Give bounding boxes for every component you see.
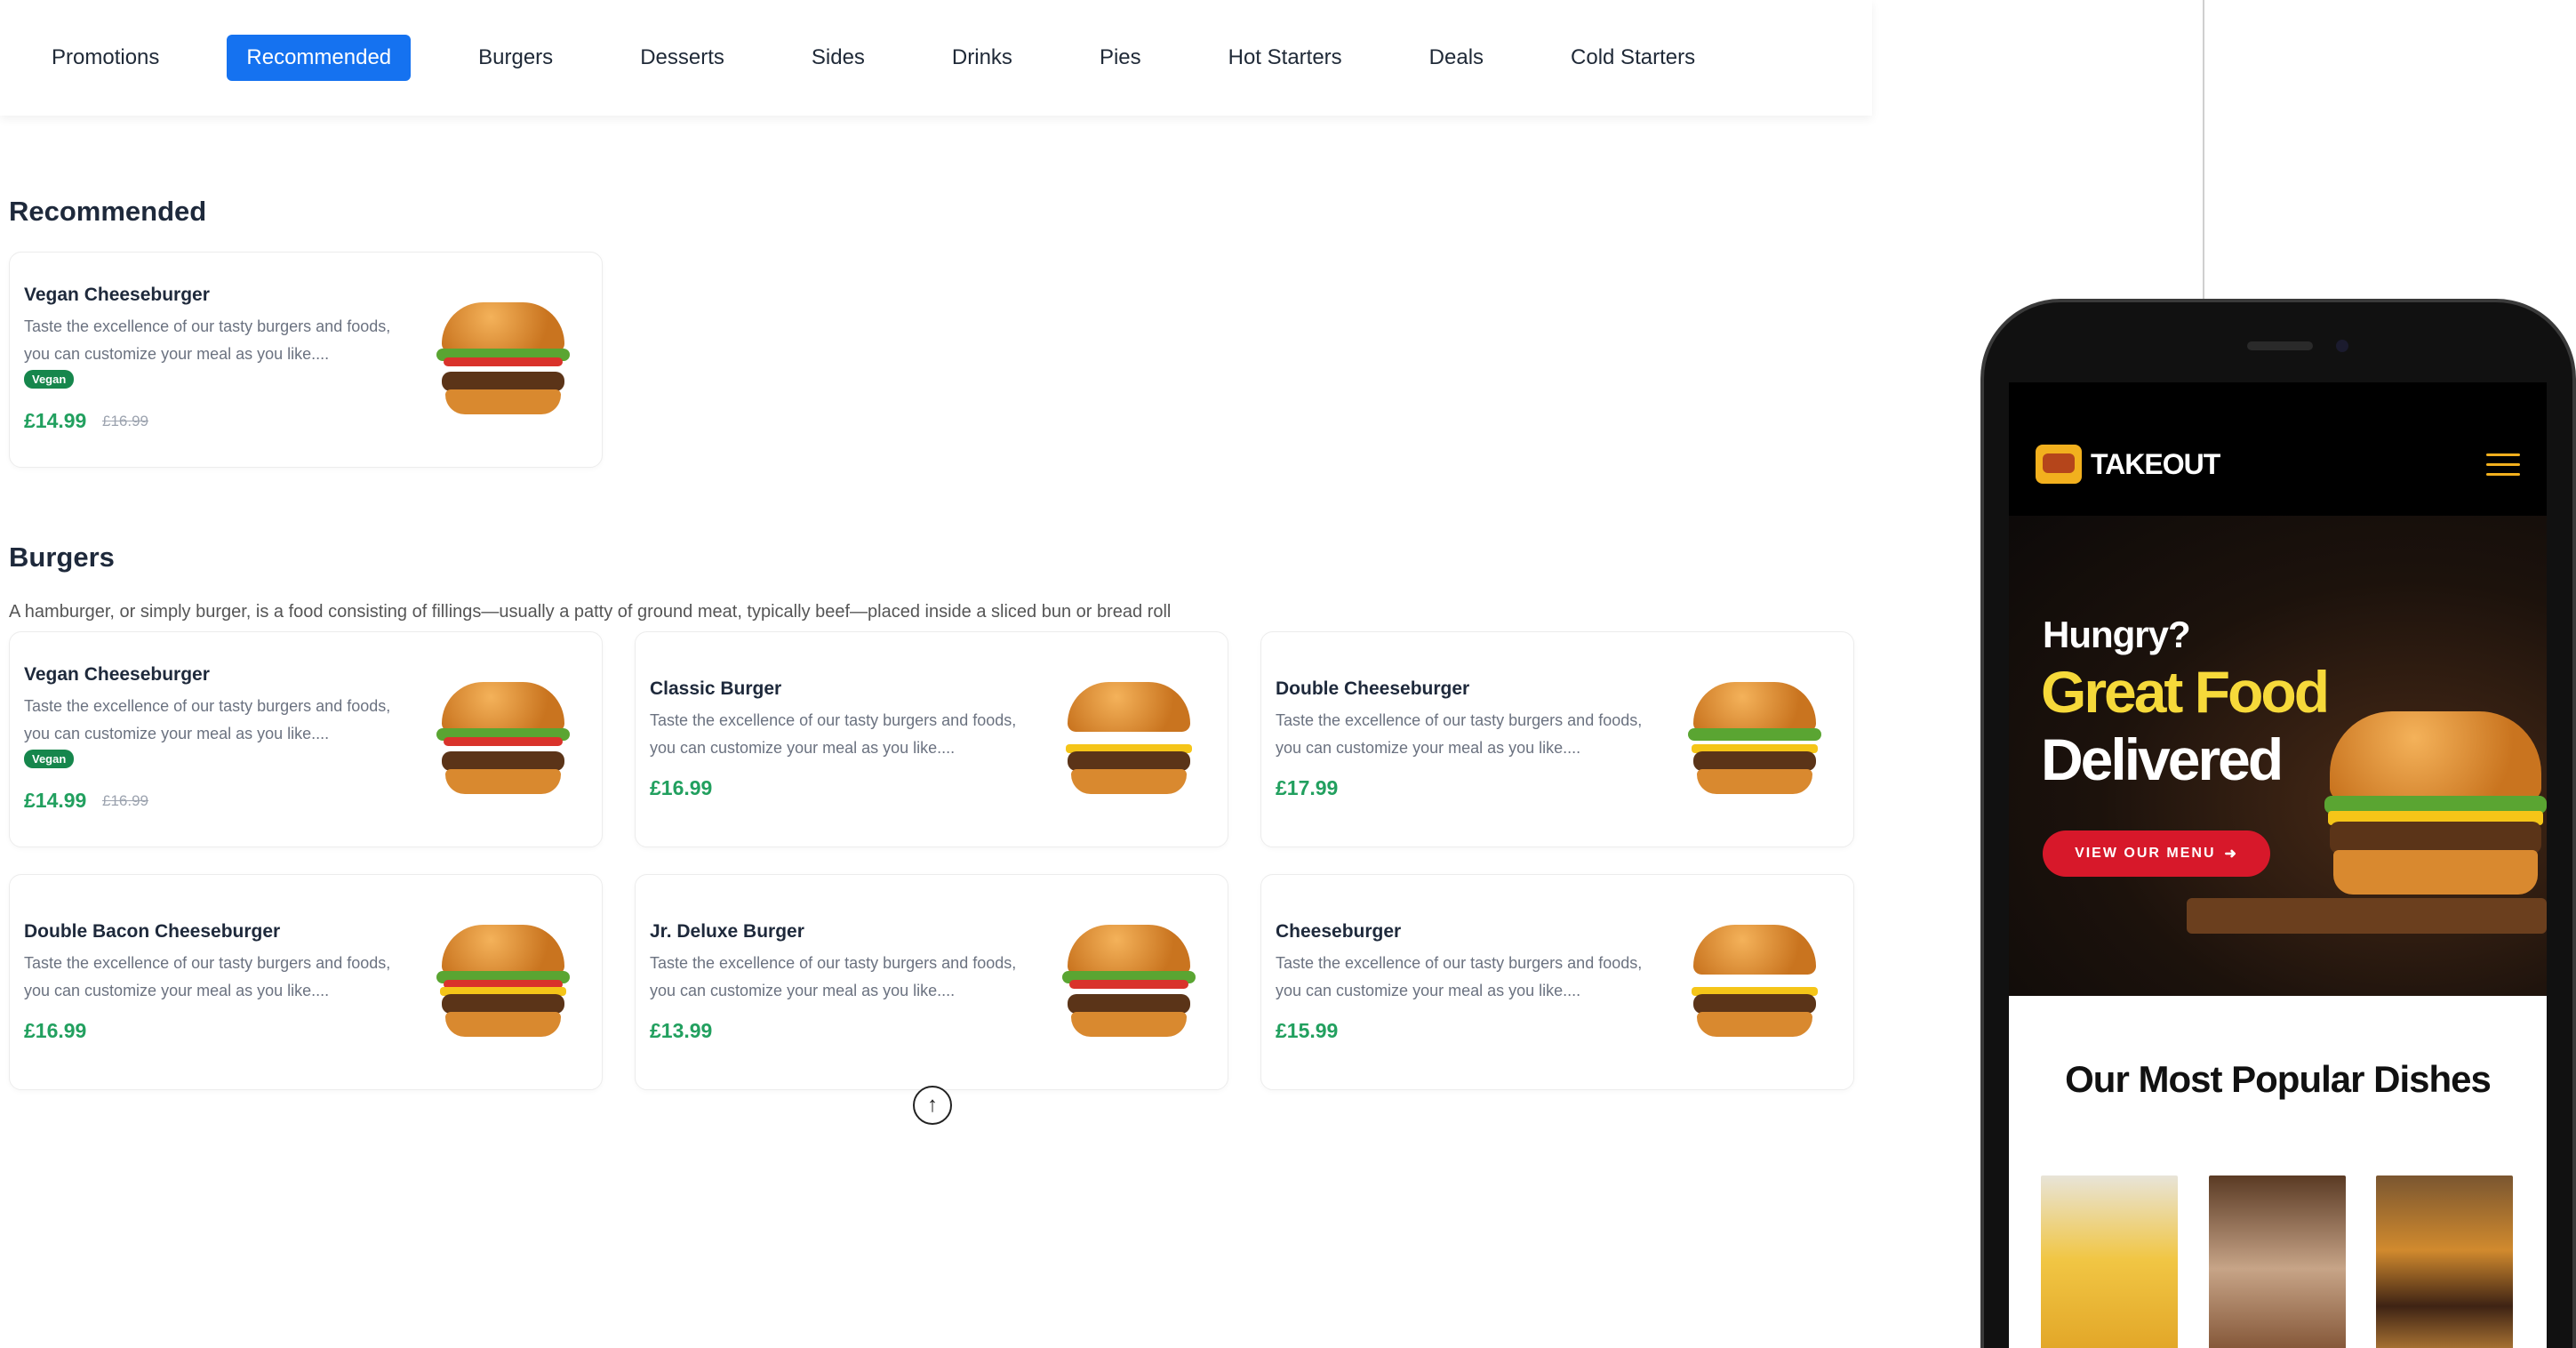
divider-line [2203,0,2204,302]
item-name: Double Bacon Cheeseburger [24,921,281,942]
view-menu-label: VIEW OUR MENU [2075,846,2216,861]
phone-mockup: TAKEOUT Hungry? Great Food Delivered VIE… [1980,299,2576,1348]
brand-logo[interactable]: TAKEOUT [2036,445,2220,484]
scroll-to-top-button[interactable]: ↑ [913,1086,952,1125]
item-name: Vegan Cheeseburger [24,664,210,685]
tab-recommended[interactable]: Recommended [227,35,412,81]
item-price: £16.99 [650,776,713,799]
burger-image [436,924,570,1040]
hero-burger-image [2324,711,2547,907]
item-description: Taste the excellence of our tasty burger… [24,954,391,999]
item-description: Taste the excellence of our tasty burger… [650,711,1017,757]
section-title-burgers: Burgers [9,542,115,573]
item-description: Taste the excellence of our tasty burger… [650,954,1017,999]
menu-item-card[interactable]: Vegan Cheeseburger Taste the excellence … [9,252,603,468]
truck-logo-icon [2036,445,2082,484]
item-price: £14.99 [24,789,87,812]
hero-headline: Great Food [2041,659,2330,725]
hamburger-menu-icon[interactable] [2486,453,2520,477]
category-nav: Promotions Recommended Burgers Desserts … [0,0,1872,116]
tab-sides[interactable]: Sides [792,35,884,81]
phone-camera [2336,340,2348,352]
menu-item-card[interactable]: Classic Burger Taste the excellence of o… [635,631,1228,847]
popular-dishes-section: Our Most Popular Dishes [2009,996,2547,1348]
item-name: Vegan Cheeseburger [24,285,210,305]
tab-burgers[interactable]: Burgers [459,35,572,81]
arrow-up-icon: ↑ [927,1093,938,1117]
vegan-badge: Vegan [24,750,75,768]
section-description: A hamburger, or simply burger, is a food… [9,602,1172,622]
phone-screen: TAKEOUT Hungry? Great Food Delivered VIE… [2009,382,2547,1348]
tab-promotions[interactable]: Promotions [32,35,179,81]
tab-desserts[interactable]: Desserts [620,35,744,81]
hero-kicker: Hungry? [2043,614,2191,655]
burger-image [1688,924,1821,1040]
item-description: Taste the excellence of our tasty burger… [24,317,391,363]
item-name: Jr. Deluxe Burger [650,921,804,942]
item-old-price: £16.99 [102,792,148,809]
burger-image [436,681,570,798]
tab-hot-starters[interactable]: Hot Starters [1209,35,1362,81]
menu-item-card[interactable]: Cheeseburger Taste the excellence of our… [1260,874,1854,1090]
tab-drinks[interactable]: Drinks [932,35,1032,81]
phone-speaker [2247,341,2313,350]
tab-cold-starters[interactable]: Cold Starters [1551,35,1715,81]
burger-dish-image[interactable] [2376,1175,2513,1348]
menu-item-card[interactable]: Vegan Cheeseburger Taste the excellence … [9,631,603,847]
section-title-recommended: Recommended [9,196,207,227]
hero-banner: Hungry? Great Food Delivered VIEW OUR ME… [2009,516,2547,996]
item-price: £15.99 [1276,1019,1339,1042]
menu-item-card[interactable]: Double Bacon Cheeseburger Taste the exce… [9,874,603,1090]
item-description: Taste the excellence of our tasty burger… [1276,711,1643,757]
menu-item-card[interactable]: Double Cheeseburger Taste the excellence… [1260,631,1854,847]
item-description: Taste the excellence of our tasty burger… [24,697,391,742]
tab-pies[interactable]: Pies [1080,35,1161,81]
arrow-right-circle-icon: ➜ [2224,847,2238,862]
burger-image [1062,924,1196,1040]
item-name: Classic Burger [650,678,782,699]
hero-headline-2: Delivered [2041,726,2284,792]
item-price: £17.99 [1276,776,1339,799]
popular-title: Our Most Popular Dishes [2065,1058,2492,1100]
item-name: Cheeseburger [1276,921,1402,942]
item-price: £14.99 [24,409,87,432]
view-menu-button[interactable]: VIEW OUR MENU ➜ [2043,830,2270,877]
menu-item-card[interactable]: Jr. Deluxe Burger Taste the excellence o… [635,874,1228,1090]
milkshake-dish-image[interactable] [2209,1175,2346,1348]
vegan-badge: Vegan [24,370,75,389]
item-price: £16.99 [24,1019,87,1042]
item-price: £13.99 [650,1019,713,1042]
fries-dish-image[interactable] [2041,1175,2178,1348]
burger-image [1688,681,1821,798]
tab-deals[interactable]: Deals [1410,35,1503,81]
item-name: Double Cheeseburger [1276,678,1470,699]
burger-image [1062,681,1196,798]
burger-image [436,301,570,418]
item-description: Taste the excellence of our tasty burger… [1276,954,1643,999]
item-old-price: £16.99 [102,413,148,429]
brand-name: TAKEOUT [2091,447,2220,480]
